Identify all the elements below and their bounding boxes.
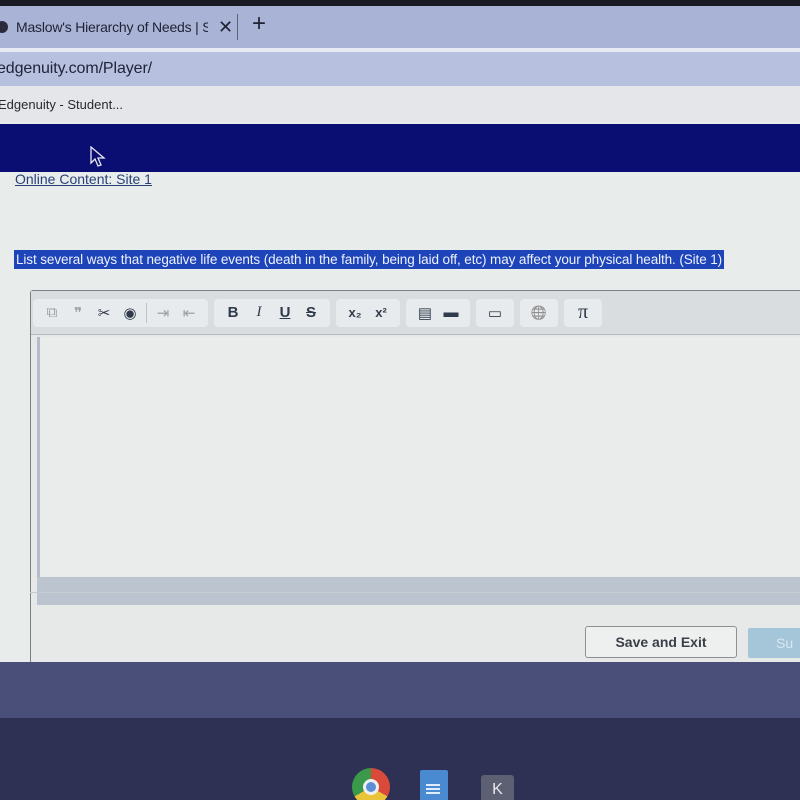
table-icon[interactable]: ▤ xyxy=(414,301,436,325)
url-text[interactable]: edgenuity.com/Player/ xyxy=(0,60,152,78)
divider xyxy=(30,592,800,593)
toolbar-group-math: π xyxy=(564,298,602,327)
toolbar-group-clipboard: ⧉ ❞ ✂ ◉ ⇥ ⇤ xyxy=(33,298,208,327)
strikethrough-button[interactable]: S xyxy=(300,301,322,325)
mouse-cursor-icon xyxy=(90,146,106,167)
tab-title: Maslow's Hierarchy of Needs | S xyxy=(16,19,208,35)
docs-icon[interactable] xyxy=(420,770,448,800)
quote-icon[interactable]: ❞ xyxy=(67,301,89,325)
pi-math-icon[interactable]: π xyxy=(572,301,594,325)
outdent-icon[interactable]: ⇤ xyxy=(178,301,200,325)
fill-blank-icon[interactable]: ▬ xyxy=(440,301,462,325)
tab-separator xyxy=(237,14,238,40)
toolbar-group-insert: ▤ ▬ xyxy=(406,298,470,327)
editor-toolbar: ⧉ ❞ ✂ ◉ ⇥ ⇤ B I U S x₂ x² ▤ ▬ ▭ 🌐 π xyxy=(31,291,800,335)
toolbar-group-link: 🌐 xyxy=(520,298,558,327)
page-content: Online Content: Site 1 List several ways… xyxy=(0,122,800,686)
underline-button[interactable]: U xyxy=(274,301,296,325)
answer-text-area[interactable] xyxy=(37,337,800,577)
toolbar-separator xyxy=(146,302,147,323)
address-bar[interactable]: edgenuity.com/Player/ xyxy=(0,52,800,86)
indent-icon[interactable]: ⇥ xyxy=(152,301,174,325)
docs-lines xyxy=(426,784,440,786)
subscript-button[interactable]: x₂ xyxy=(344,301,366,325)
editor-footer xyxy=(37,577,800,605)
question-prompt: List several ways that negative life eve… xyxy=(14,250,725,269)
bookmarks-bar: Edgenuity - Student... xyxy=(0,86,800,122)
browser-tab-active[interactable]: Maslow's Hierarchy of Needs | S ✕ xyxy=(0,6,236,48)
close-tab-icon[interactable]: ✕ xyxy=(218,18,233,36)
record-icon[interactable]: ◉ xyxy=(119,301,141,325)
favicon-icon xyxy=(0,21,8,33)
bold-button[interactable]: B xyxy=(222,301,244,325)
save-and-exit-button[interactable]: Save and Exit xyxy=(585,626,737,658)
browser-tab-bar: Maslow's Hierarchy of Needs | S ✕ + xyxy=(0,6,800,48)
superscript-button[interactable]: x² xyxy=(370,301,392,325)
toolbar-group-textbox: ▭ xyxy=(476,298,514,327)
copy-icon[interactable]: ⧉ xyxy=(41,301,63,325)
k-app-icon[interactable]: K xyxy=(481,775,514,800)
bookmark-edgenuity[interactable]: Edgenuity - Student... xyxy=(0,97,123,112)
new-tab-button[interactable]: + xyxy=(252,12,266,36)
text-box-icon[interactable]: ▭ xyxy=(484,301,506,325)
submit-button[interactable]: Su xyxy=(748,628,800,658)
screen: Maslow's Hierarchy of Needs | S ✕ + edge… xyxy=(0,0,800,800)
toolbar-group-script: x₂ x² xyxy=(336,298,400,327)
header-bar xyxy=(0,124,800,172)
toolbar-group-format: B I U S xyxy=(214,298,330,327)
italic-button[interactable]: I xyxy=(248,301,270,325)
globe-link-icon[interactable]: 🌐 xyxy=(528,301,550,325)
chrome-icon[interactable] xyxy=(352,768,390,800)
cut-icon[interactable]: ✂ xyxy=(93,301,115,325)
online-content-link[interactable]: Online Content: Site 1 xyxy=(15,171,152,187)
taskbar-shelf xyxy=(0,718,800,800)
